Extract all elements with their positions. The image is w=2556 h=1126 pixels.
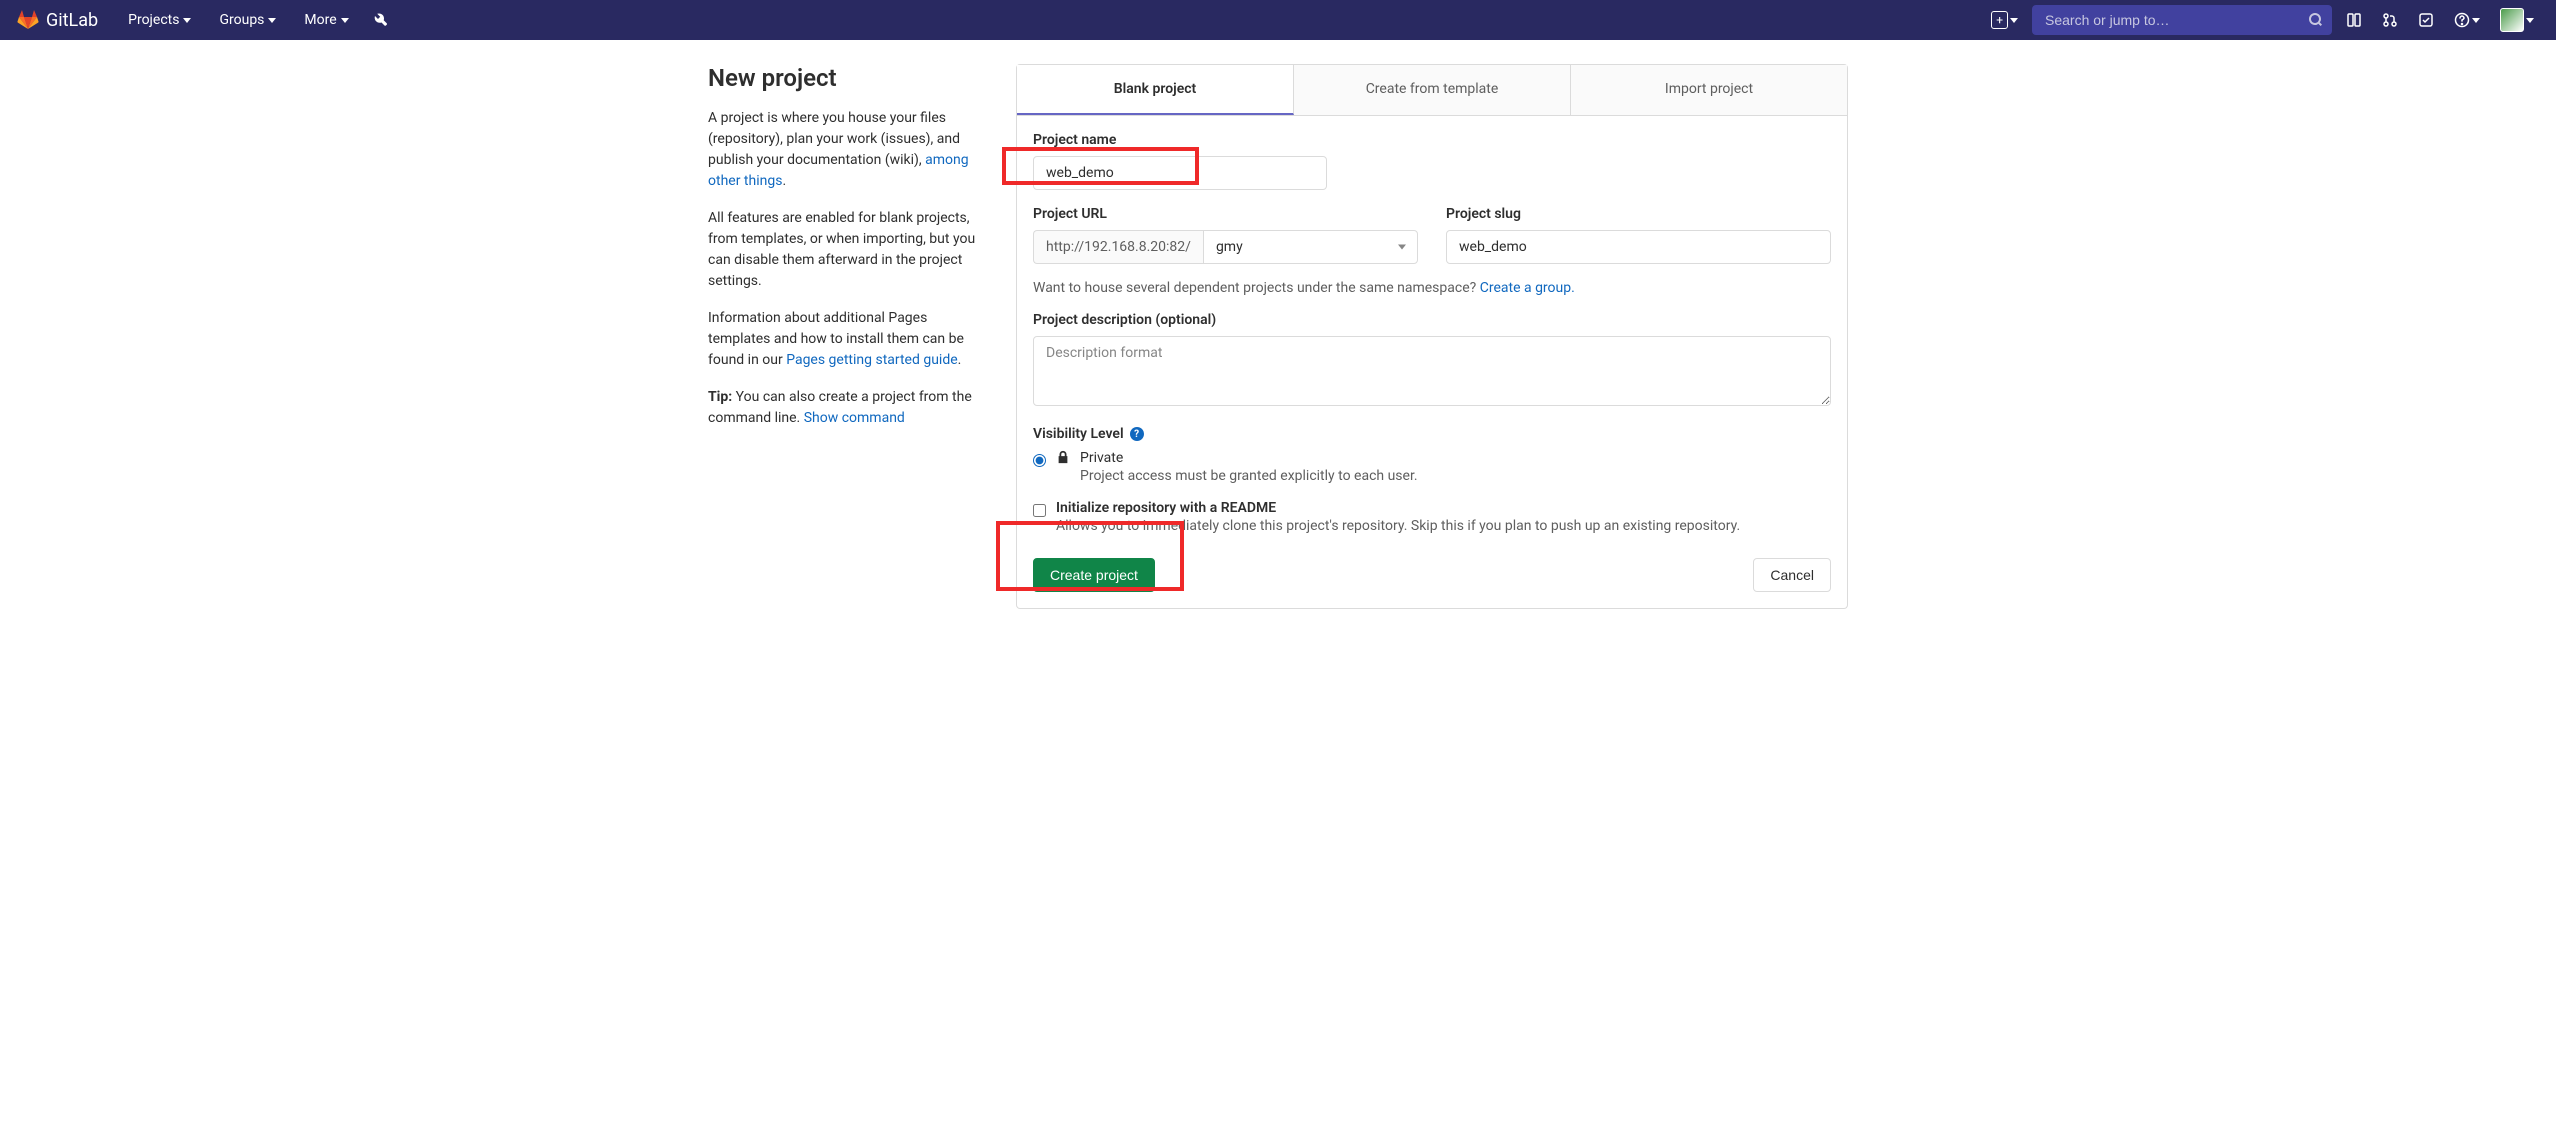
cancel-button[interactable]: Cancel xyxy=(1753,558,1831,592)
gitlab-logo-icon xyxy=(16,8,40,32)
sidebar-p3: Information about additional Pages templ… xyxy=(708,308,988,371)
search-input[interactable] xyxy=(2032,5,2332,35)
visibility-private-option[interactable]: Private Project access must be granted e… xyxy=(1033,450,1831,484)
pages-guide-link[interactable]: Pages getting started guide xyxy=(786,352,957,368)
sidebar-p4: Tip: You can also create a project from … xyxy=(708,387,988,429)
tab-import-project[interactable]: Import project xyxy=(1571,65,1847,115)
visibility-group: Visibility Level ? Private Project acces… xyxy=(1033,426,1831,484)
chevron-down-icon xyxy=(268,18,276,23)
project-tabs: Blank project Create from template Impor… xyxy=(1016,64,1848,116)
chevron-down-icon xyxy=(2526,18,2534,23)
project-name-label: Project name xyxy=(1033,132,1831,148)
readme-checkbox[interactable] xyxy=(1033,504,1046,517)
search-box xyxy=(2032,5,2332,35)
navbar-left: GitLab Projects Groups More xyxy=(16,8,395,32)
create-project-button[interactable]: Create project xyxy=(1033,558,1155,592)
project-url-label: Project URL xyxy=(1033,206,1418,222)
sidebar-p2: All features are enabled for blank proje… xyxy=(708,208,988,292)
nav-more[interactable]: More xyxy=(294,12,358,28)
project-name-group: Project name xyxy=(1033,132,1831,190)
todos-icon[interactable] xyxy=(2412,8,2440,32)
lock-icon xyxy=(1056,450,1070,464)
project-url-group: Project URL http://192.168.8.20:82/ gmy xyxy=(1033,206,1418,264)
url-prefix: http://192.168.8.20:82/ xyxy=(1033,230,1203,264)
description-label: Project description (optional) xyxy=(1033,312,1831,328)
sidebar-p1: A project is where you house your files … xyxy=(708,108,988,192)
readme-group: Initialize repository with a README Allo… xyxy=(1033,500,1831,534)
gitlab-logo[interactable]: GitLab xyxy=(16,8,98,32)
nav-more-label: More xyxy=(304,12,336,28)
main-form: Blank project Create from template Impor… xyxy=(1016,64,1848,609)
sidebar-info: New project A project is where you house… xyxy=(708,64,988,609)
url-slug-row: Project URL http://192.168.8.20:82/ gmy … xyxy=(1033,206,1831,264)
nav-groups[interactable]: Groups xyxy=(209,12,286,28)
nav-projects[interactable]: Projects xyxy=(118,12,201,28)
description-group: Project description (optional) xyxy=(1033,312,1831,410)
project-slug-input[interactable] xyxy=(1446,230,1831,264)
private-title: Private xyxy=(1080,450,1831,466)
readme-option[interactable]: Initialize repository with a README Allo… xyxy=(1033,500,1831,534)
chevron-down-icon xyxy=(341,18,349,23)
nav-groups-label: Groups xyxy=(219,12,264,28)
plus-icon: + xyxy=(1991,11,2008,29)
help-icon[interactable]: ? xyxy=(1130,427,1144,441)
avatar xyxy=(2500,8,2524,32)
project-slug-label: Project slug xyxy=(1446,206,1831,222)
tab-create-from-template[interactable]: Create from template xyxy=(1294,65,1571,115)
visibility-private-radio[interactable] xyxy=(1033,454,1046,467)
namespace-hint: Want to house several dependent projects… xyxy=(1033,280,1831,296)
page-content: New project A project is where you house… xyxy=(693,40,1863,633)
top-navbar: GitLab Projects Groups More + xyxy=(0,0,2556,40)
search-icon xyxy=(2308,12,2324,28)
namespace-select[interactable]: gmy xyxy=(1203,230,1418,264)
readme-desc: Allows you to immediately clone this pro… xyxy=(1056,518,1831,534)
private-desc: Project access must be granted explicitl… xyxy=(1080,468,1831,484)
help-icon xyxy=(2454,12,2470,28)
user-menu[interactable] xyxy=(2494,4,2540,36)
merge-requests-icon[interactable] xyxy=(2376,8,2404,32)
help-menu[interactable] xyxy=(2448,8,2486,32)
project-slug-group: Project slug xyxy=(1446,206,1831,264)
chevron-down-icon xyxy=(2010,18,2018,23)
admin-wrench-icon[interactable] xyxy=(367,8,395,32)
nav-projects-label: Projects xyxy=(128,12,179,28)
create-group-link[interactable]: Create a group. xyxy=(1480,280,1575,296)
page-title: New project xyxy=(708,64,988,92)
chevron-down-icon xyxy=(2472,18,2480,23)
tab-blank-project[interactable]: Blank project xyxy=(1017,65,1294,115)
visibility-label: Visibility Level ? xyxy=(1033,426,1831,442)
form-actions: Create project Cancel xyxy=(1033,558,1831,592)
form-body: Project name Project URL http://192.168.… xyxy=(1016,116,1848,609)
project-name-input[interactable] xyxy=(1033,156,1327,190)
description-textarea[interactable] xyxy=(1033,336,1831,406)
chevron-down-icon xyxy=(183,18,191,23)
show-command-link[interactable]: Show command xyxy=(804,410,905,426)
issues-icon[interactable] xyxy=(2340,8,2368,32)
readme-title: Initialize repository with a README xyxy=(1056,500,1831,516)
plus-menu[interactable]: + xyxy=(1985,7,2024,33)
navbar-right: + xyxy=(1985,4,2540,36)
brand-text: GitLab xyxy=(46,10,98,31)
